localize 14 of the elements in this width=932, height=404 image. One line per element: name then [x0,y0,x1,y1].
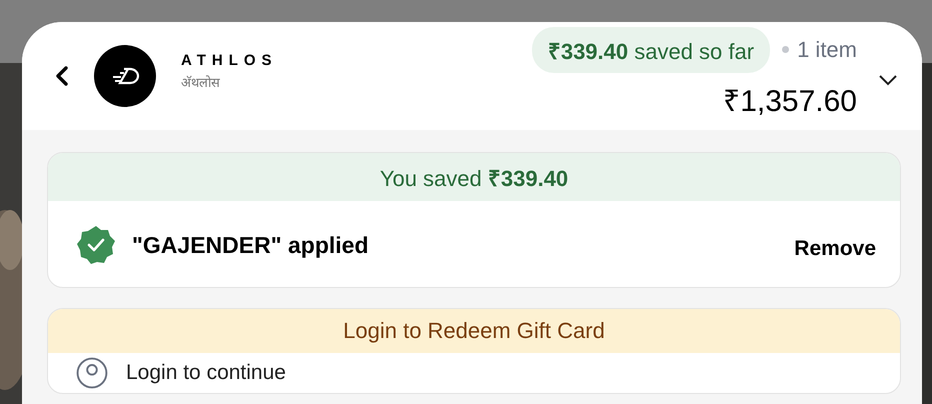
login-link[interactable]: Login to continue [126,361,286,385]
user-icon [76,357,108,389]
brand-subtitle: अ‍ॅथलोस [181,74,221,90]
savings-badge: ₹339.40 saved so far [532,26,770,72]
expand-toggle[interactable] [878,74,898,88]
separator-dot-icon [782,46,790,53]
brand-name: ATHLOS [181,52,278,68]
savings-banner: You saved ₹339.40 [48,153,900,201]
item-count: 1 item [797,36,857,62]
remove-button[interactable]: Remove [794,237,876,261]
order-total: ₹1,357.60 [723,84,857,120]
brand-logo-icon [94,45,156,107]
coupon-status: "GAJENDER" applied [132,232,369,258]
gift-card-banner: Login to Redeem Gift Card [48,309,900,353]
